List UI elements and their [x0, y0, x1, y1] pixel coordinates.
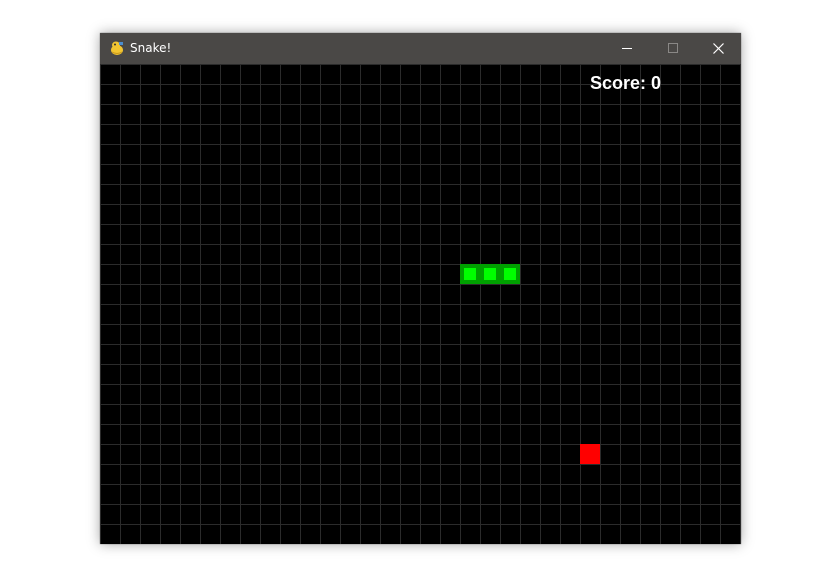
snake-segment	[460, 264, 480, 284]
snake-segment	[480, 264, 500, 284]
minimize-button[interactable]	[604, 33, 650, 64]
maximize-button[interactable]	[650, 33, 696, 64]
window-title: Snake!	[130, 41, 172, 55]
minimize-icon	[622, 48, 632, 49]
game-window: Snake! Score: 0	[100, 33, 741, 544]
snake-segment-highlight	[464, 268, 476, 280]
snake-segment-highlight	[484, 268, 496, 280]
close-icon	[713, 43, 724, 54]
snake-segment-highlight	[504, 268, 516, 280]
score-display: Score: 0	[590, 73, 662, 93]
close-button[interactable]	[695, 33, 741, 64]
pygame-snake-icon	[109, 40, 125, 56]
game-board[interactable]: Score: 0	[100, 64, 741, 544]
snake-segment	[500, 264, 520, 284]
maximize-icon	[668, 43, 678, 53]
title-bar[interactable]: Snake!	[100, 33, 741, 64]
food-apple	[580, 444, 600, 464]
